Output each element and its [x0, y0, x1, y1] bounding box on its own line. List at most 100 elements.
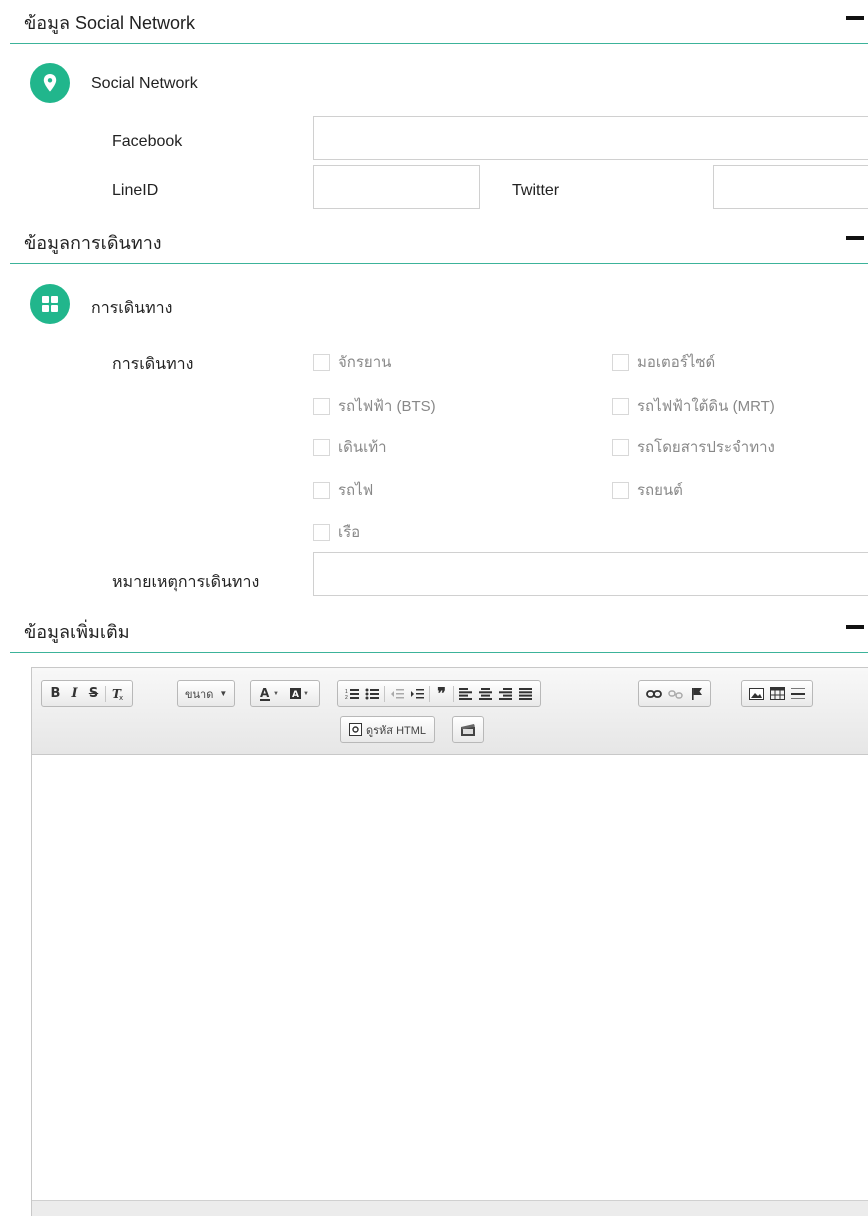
facebook-label: Facebook: [112, 133, 183, 150]
insert-group: [741, 680, 813, 707]
lineid-label: LineID: [112, 182, 159, 199]
toolbar-separator: [453, 685, 454, 702]
editor-status-bar: [32, 1200, 868, 1216]
checkbox-bicycle[interactable]: จักรยาน: [313, 350, 391, 374]
anchor-button[interactable]: [687, 683, 706, 704]
align-right-icon: [499, 687, 512, 700]
minus-icon[interactable]: [846, 16, 864, 20]
bulleted-list-button[interactable]: [362, 683, 382, 704]
link-icon: [646, 689, 662, 698]
facebook-input[interactable]: [313, 116, 868, 160]
lineid-input[interactable]: [313, 165, 480, 209]
table-icon: [770, 687, 785, 700]
svg-text:2: 2: [345, 695, 348, 700]
image-icon: [749, 687, 764, 700]
flag-icon: [691, 687, 702, 700]
paragraph-group: 12 ❞: [337, 680, 541, 707]
toolbar-separator: [384, 685, 385, 702]
map-pin-icon: [30, 63, 70, 103]
checkbox-box[interactable]: [313, 523, 330, 541]
svg-text:▼: ▼: [303, 691, 309, 697]
indent-button[interactable]: [407, 683, 427, 704]
checkbox-bts[interactable]: รถไฟฟ้า (BTS): [313, 394, 436, 418]
size-dropdown[interactable]: ขนาด ▼: [177, 680, 236, 707]
twitter-label: Twitter: [512, 182, 560, 199]
image-button[interactable]: [746, 683, 767, 704]
checkbox-car[interactable]: รถยนต์: [612, 478, 683, 502]
checkbox-mrt[interactable]: รถไฟฟ้าใต้ดิน (MRT): [612, 394, 775, 418]
remove-format-icon: Tx: [112, 687, 123, 701]
strikethrough-button[interactable]: S: [84, 683, 103, 704]
basic-styles-group: B I S Tx: [41, 680, 133, 707]
checkbox-train[interactable]: รถไฟ: [313, 478, 373, 502]
film-icon: [461, 723, 475, 736]
view-source-button[interactable]: ดูรหัส HTML: [345, 719, 430, 740]
checkbox-box[interactable]: [313, 397, 330, 415]
numbered-list-button[interactable]: 12: [342, 683, 362, 704]
toolbar-separator: [429, 685, 430, 702]
italic-button[interactable]: I: [65, 683, 84, 704]
unlink-icon: [668, 689, 683, 699]
section-header-travel: ข้อมูลการเดินทาง: [10, 220, 868, 264]
background-color-button[interactable]: A ▼: [285, 683, 315, 704]
source-icon: [349, 723, 362, 736]
twitter-input[interactable]: [713, 165, 868, 209]
align-right-button[interactable]: [496, 683, 516, 704]
checkbox-motorcycle[interactable]: มอเตอร์ไซด์: [612, 350, 715, 374]
outdent-icon: [391, 688, 404, 698]
checkbox-walk[interactable]: เดินเท้า: [313, 435, 387, 459]
remove-format-button[interactable]: Tx: [108, 683, 128, 704]
text-color-button[interactable]: A ▼: [255, 683, 285, 704]
checkbox-box[interactable]: [612, 353, 629, 371]
checkbox-box[interactable]: [612, 481, 629, 499]
link-button[interactable]: [643, 683, 665, 704]
checkbox-boat[interactable]: เรือ: [313, 520, 360, 544]
section-title-additional: ข้อมูลเพิ่มเติม: [24, 622, 130, 642]
justify-button[interactable]: [516, 683, 536, 704]
section-header-social: ข้อมูล Social Network: [10, 0, 868, 44]
checkbox-label: รถไฟ: [338, 482, 374, 499]
horizontal-rule-icon: [791, 687, 805, 699]
unlink-button[interactable]: [665, 683, 687, 704]
section-header-additional: ข้อมูลเพิ่มเติม: [10, 609, 868, 653]
editor-content-area[interactable]: [32, 756, 868, 1200]
checkbox-label: รถไฟฟ้า (BTS): [338, 398, 436, 415]
align-left-button[interactable]: [456, 683, 476, 704]
checkbox-label: รถไฟฟ้าใต้ดิน (MRT): [637, 398, 775, 415]
minus-icon[interactable]: [846, 625, 864, 629]
checkbox-box[interactable]: [313, 481, 330, 499]
view-source-label: ดูรหัส HTML: [366, 724, 427, 737]
media-embed-button[interactable]: [457, 719, 479, 740]
rich-text-editor: B I S Tx ขนาด ▼ A ▼ A ▼ 12 ❞ ดูรหัส HTML: [31, 667, 868, 1216]
travel-subtitle: การเดินทาง: [91, 300, 173, 317]
checkbox-box[interactable]: [313, 438, 330, 456]
checkbox-label: เรือ: [338, 524, 361, 541]
bold-button[interactable]: B: [46, 683, 65, 704]
horizontal-rule-button[interactable]: [788, 683, 808, 704]
table-button[interactable]: [767, 683, 788, 704]
checkbox-label: รถยนต์: [637, 482, 683, 499]
checkbox-box[interactable]: [612, 438, 629, 456]
media-group: [452, 716, 484, 743]
editor-toolbar: B I S Tx ขนาด ▼ A ▼ A ▼ 12 ❞ ดูรหัส HTML: [32, 668, 868, 755]
align-center-icon: [479, 687, 492, 700]
outdent-button[interactable]: [387, 683, 407, 704]
minus-icon[interactable]: [846, 236, 864, 240]
align-left-icon: [459, 687, 472, 700]
text-color-icon: A ▼: [260, 686, 279, 701]
justify-icon: [519, 687, 532, 700]
background-color-icon: A ▼: [290, 687, 309, 700]
toolbar-separator: [105, 685, 106, 702]
checkbox-label: เดินเท้า: [338, 439, 387, 456]
svg-text:A: A: [260, 686, 270, 700]
social-subtitle: Social Network: [91, 75, 198, 92]
checkbox-label: มอเตอร์ไซด์: [637, 354, 716, 371]
checkbox-label: รถโดยสารประจำทาง: [637, 439, 775, 456]
checkbox-box[interactable]: [612, 397, 629, 415]
checkbox-bus[interactable]: รถโดยสารประจำทาง: [612, 435, 775, 459]
travel-note-input[interactable]: [313, 552, 868, 596]
colors-group: A ▼ A ▼: [250, 680, 320, 707]
align-center-button[interactable]: [476, 683, 496, 704]
checkbox-box[interactable]: [313, 353, 330, 371]
blockquote-button[interactable]: ❞: [432, 683, 451, 704]
